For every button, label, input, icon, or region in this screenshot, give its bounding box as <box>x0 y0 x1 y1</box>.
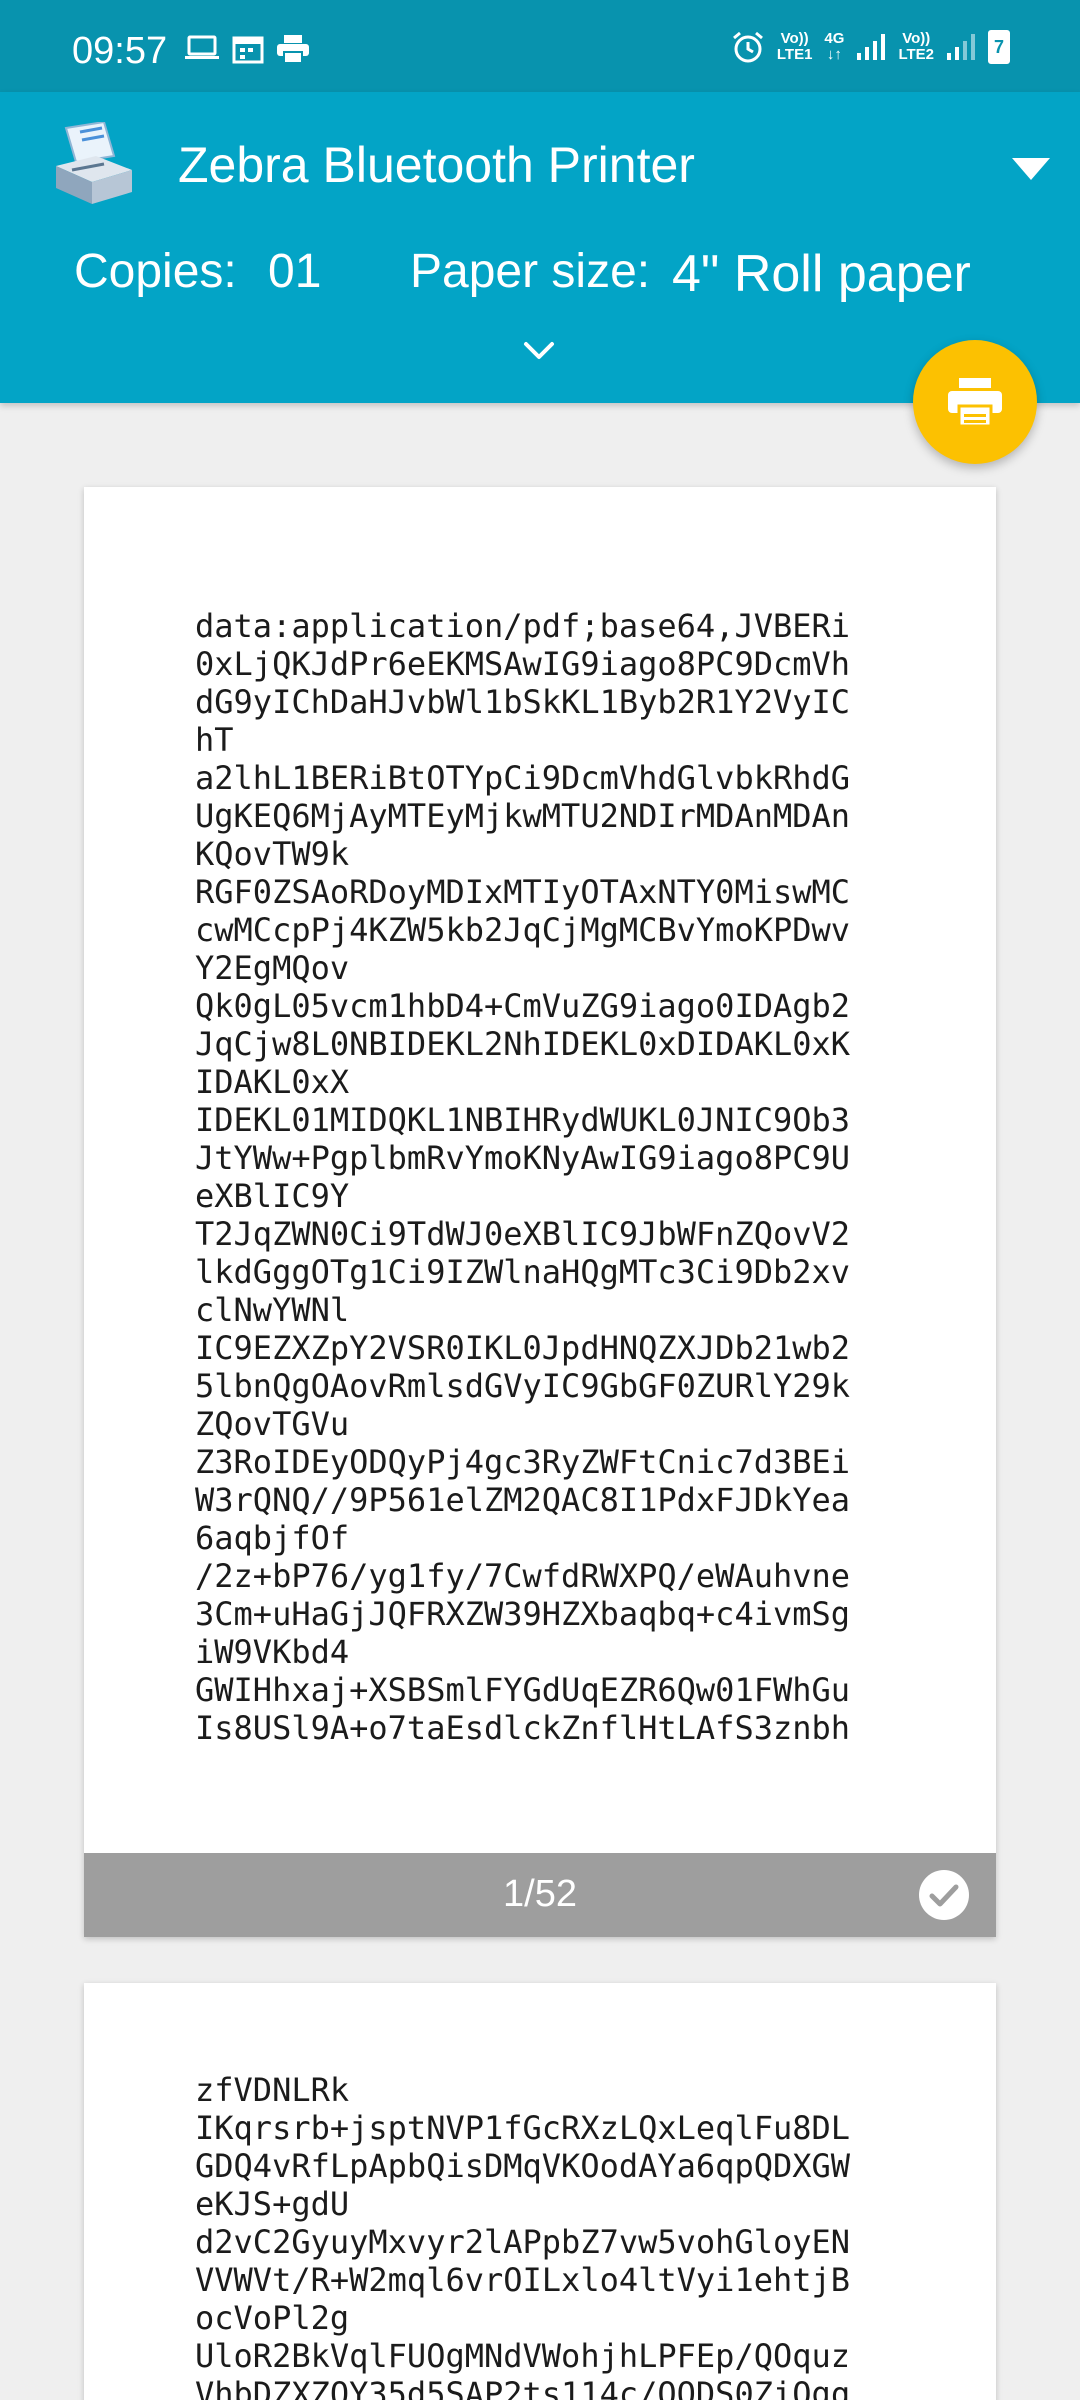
status-system-icons: Vo)) LTE1 4G ↓↑ Vo)) LTE2 7 <box>731 30 1010 64</box>
page-preview-2[interactable]: zfVDNLRk IKqrsrb+jsptNVP1fGcRXzLQxLeqlFu… <box>84 1983 996 2400</box>
alarm-icon <box>732 31 763 63</box>
copies-label: Copies: <box>74 245 237 298</box>
battery-icon: 7 <box>988 30 1010 64</box>
print-button[interactable] <box>913 340 1037 464</box>
printer-app-icon <box>56 122 132 204</box>
page-footer: 1/52 <box>84 1853 996 1937</box>
calendar-icon <box>232 36 264 64</box>
status-bar: 09:57 Vo)) LTE1 4G ↓↑ Vo)) LTE2 7 <box>0 0 1080 92</box>
battery-level: 7 <box>993 37 1004 57</box>
copies-value[interactable]: 01 <box>268 244 321 299</box>
printer-icon <box>948 378 1002 428</box>
data-arrows-icon: ↓↑ <box>826 46 842 63</box>
paper-size-value[interactable]: 4" Roll paper <box>672 244 971 304</box>
print-options-toolbar: Zebra Bluetooth Printer Copies: 01 Paper… <box>0 92 1080 403</box>
printer-dropdown-icon[interactable] <box>1012 158 1050 180</box>
printer-name[interactable]: Zebra Bluetooth Printer <box>178 136 695 194</box>
page-content: zfVDNLRk IKqrsrb+jsptNVP1fGcRXzLQxLeqlFu… <box>195 2071 851 2400</box>
print-notification-icon <box>277 35 309 64</box>
sim2-volte-label: Vo)) LTE2 <box>898 30 934 63</box>
signal-strength-icon <box>857 34 886 60</box>
page-number: 1/52 <box>503 1873 577 1915</box>
check-circle-icon[interactable] <box>918 1869 970 1921</box>
page-content: data:application/pdf;base64,JVBERi 0xLjQ… <box>195 607 851 1747</box>
page-preview-1[interactable]: data:application/pdf;base64,JVBERi 0xLjQ… <box>84 487 996 1937</box>
status-time: 09:57 <box>72 30 168 72</box>
signal-strength-2-icon <box>947 34 975 60</box>
status-notification-icons <box>184 34 310 64</box>
network-type-label: 4G ↓↑ <box>824 30 845 63</box>
laptop-icon <box>185 35 219 59</box>
sim1-volte-label: Vo)) LTE1 <box>776 30 813 63</box>
chevron-down-icon[interactable] <box>522 340 556 362</box>
paper-size-label: Paper size: <box>410 245 651 298</box>
